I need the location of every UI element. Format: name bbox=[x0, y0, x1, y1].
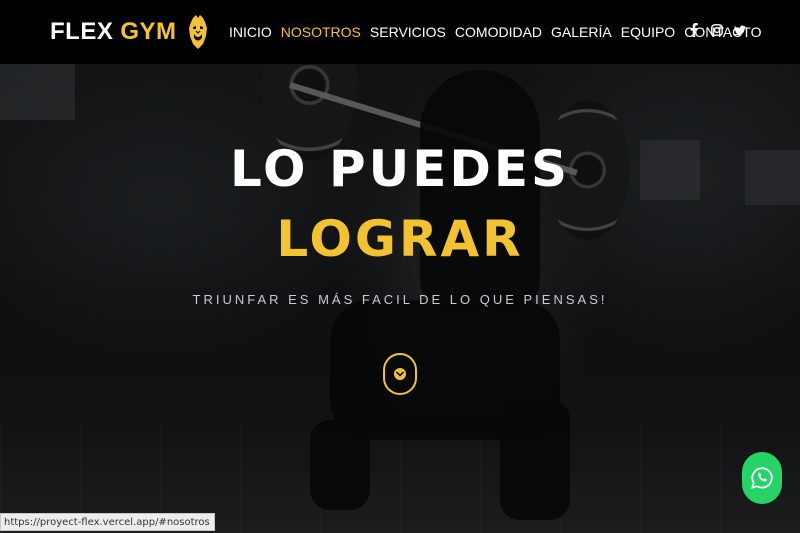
nav-item-servicios[interactable]: SERVICIOS bbox=[370, 24, 446, 40]
chevron-down-icon bbox=[394, 368, 406, 380]
hero-tagline: TRIUNFAR ES MÁS FACIL DE LO QUE PIENSAS! bbox=[192, 292, 608, 307]
hero-headline-line1: LO PUEDES bbox=[229, 140, 571, 198]
gorilla-icon bbox=[188, 15, 207, 49]
hero-headline-line2: LOGRAR bbox=[276, 210, 524, 268]
brand-logo-link[interactable]: FLEX GYM bbox=[50, 14, 211, 50]
nav-item-nosotros[interactable]: NOSOTROS bbox=[281, 24, 361, 40]
twitter-icon[interactable] bbox=[734, 23, 746, 37]
nav-item-equipo[interactable]: EQUIPO bbox=[621, 24, 675, 40]
nav-menu: INICIO NOSOTROS SERVICIOS COMODIDAD GALE… bbox=[229, 24, 761, 40]
nav-item-comodidad[interactable]: COMODIDAD bbox=[455, 24, 542, 40]
whatsapp-icon bbox=[751, 467, 773, 489]
instagram-icon[interactable] bbox=[711, 23, 723, 37]
browser-status-bar: https://proyect-flex.vercel.app/#nosotro… bbox=[0, 513, 215, 531]
social-links bbox=[688, 23, 746, 37]
nav-item-inicio[interactable]: INICIO bbox=[229, 24, 272, 40]
brand-name-gym: GYM bbox=[120, 18, 177, 45]
navbar: FLEX GYM INICIO NOSOTROS SERVICIOS COMOD… bbox=[0, 0, 800, 64]
scroll-down-button[interactable] bbox=[383, 353, 417, 395]
nav-item-galeria[interactable]: GALERÍA bbox=[551, 24, 612, 40]
facebook-icon[interactable] bbox=[688, 23, 700, 37]
whatsapp-button[interactable] bbox=[742, 452, 782, 504]
brand-name-flex: FLEX bbox=[50, 18, 114, 45]
